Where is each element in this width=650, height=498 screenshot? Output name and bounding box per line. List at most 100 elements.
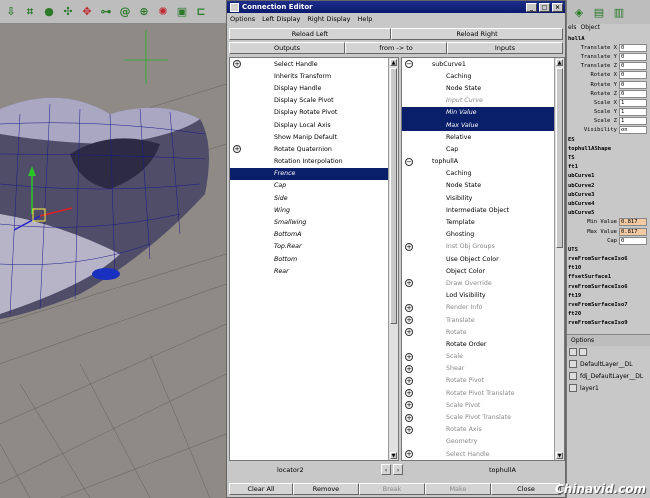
expand-icon[interactable]: + xyxy=(405,279,413,288)
shape-node-name[interactable]: tophullAShape xyxy=(567,144,650,153)
menu-right-display[interactable]: Right Display xyxy=(307,15,350,23)
channel-row[interactable]: Translate X0 xyxy=(567,43,650,52)
make-button[interactable]: Make xyxy=(425,483,491,495)
output-attribute-row[interactable]: Side xyxy=(230,192,398,204)
layer-item[interactable]: layer1 xyxy=(567,382,650,394)
input-node-item[interactable]: ubCurve1 xyxy=(567,172,650,181)
input-node-item[interactable]: ubCurve2 xyxy=(567,181,650,190)
layer-item[interactable]: fdj_DefaultLayer__DL xyxy=(567,370,650,382)
menu-left-display[interactable]: Left Display xyxy=(262,15,300,23)
input-attribute-row[interactable]: + Scale xyxy=(402,351,564,363)
output-node-item[interactable]: ft19 xyxy=(567,291,650,300)
output-node-item[interactable]: ft20 xyxy=(567,310,650,319)
output-attribute-row[interactable]: Bottom xyxy=(230,253,398,265)
new-layer-icon[interactable] xyxy=(569,348,577,356)
input-attribute-row[interactable]: + Rotate Pivot Translate xyxy=(402,387,564,399)
options-menu[interactable]: Options xyxy=(571,337,594,344)
input-attribute-row[interactable]: + Shear xyxy=(402,363,564,375)
output-attribute-row[interactable]: + Rotate Quaternion xyxy=(230,143,398,155)
output-attribute-row[interactable]: Cap xyxy=(230,180,398,192)
input-attribute-row[interactable]: Lod Visibility xyxy=(402,290,564,302)
input-attribute-row[interactable]: Max Value xyxy=(402,118,564,132)
channel-row[interactable]: Min Value 0.817 xyxy=(567,218,650,227)
next-arrow-icon[interactable]: › xyxy=(393,464,403,475)
output-attribute-row[interactable]: Top.Rear xyxy=(230,241,398,253)
output-attribute-row[interactable]: Rear xyxy=(230,265,398,277)
reload-right-button[interactable]: Reload Right xyxy=(391,28,563,40)
attribute-icon[interactable]: ▥ xyxy=(611,4,627,20)
input-attribute-row[interactable]: Geometry xyxy=(402,436,564,448)
output-attribute-row[interactable]: Frence xyxy=(230,167,398,180)
input-attribute-row[interactable]: Intermediate Object xyxy=(402,204,564,216)
link-icon[interactable]: ⊶ xyxy=(98,4,114,20)
direction-button[interactable]: from -> to xyxy=(345,42,447,54)
arrow-down-icon[interactable]: ⇩ xyxy=(3,4,19,20)
expand-icon[interactable]: + xyxy=(233,60,241,69)
expand-icon[interactable]: + xyxy=(405,316,413,325)
input-attribute-row[interactable]: + Inst Obj Groups xyxy=(402,241,564,253)
output-attribute-row[interactable]: Wing xyxy=(230,204,398,216)
outputs-button[interactable]: Outputs xyxy=(229,42,345,54)
channel-value-field[interactable]: 0 xyxy=(619,52,647,61)
tab-object[interactable]: Object xyxy=(580,24,600,34)
output-node-item[interactable]: rveFromSurfaceIso6 xyxy=(567,255,650,264)
square-icon[interactable]: ▣ xyxy=(174,4,190,20)
layer-visibility-toggle[interactable] xyxy=(569,372,577,380)
scroll-up-arrow-icon[interactable]: ▲ xyxy=(390,59,397,66)
input-attribute-row[interactable]: Input Curve xyxy=(402,95,564,107)
input-attribute-row[interactable]: + Translate xyxy=(402,314,564,326)
wheel-icon[interactable]: ✺ xyxy=(155,4,171,20)
expand-icon[interactable]: + xyxy=(405,328,413,337)
input-attribute-row[interactable]: Caching xyxy=(402,70,564,82)
puzzle-icon[interactable]: ✥ xyxy=(79,4,95,20)
inputs-button[interactable]: Inputs xyxy=(447,42,563,54)
input-attribute-row[interactable]: Min Value xyxy=(402,106,564,119)
close-window-button[interactable]: × xyxy=(552,2,563,12)
input-node-item[interactable]: ubCurve4 xyxy=(567,199,650,208)
menu-options[interactable]: Options xyxy=(230,15,255,23)
input-attribute-row[interactable]: + Rotate xyxy=(402,326,564,338)
channel-row[interactable]: Scale X1 xyxy=(567,98,650,107)
layer-options-icon[interactable] xyxy=(579,348,587,356)
output-attribute-row[interactable]: + Select Handle xyxy=(230,58,398,70)
channel-value-field[interactable]: 1 xyxy=(619,108,647,117)
layer-visibility-toggle[interactable] xyxy=(569,360,577,368)
layer-item[interactable]: DefaultLayer__DL xyxy=(567,358,650,370)
channel-row[interactable]: Max Value 0.817 xyxy=(567,227,650,236)
output-node-item[interactable]: ffsetSurface1 xyxy=(567,273,650,282)
channel-row[interactable]: Rotate Y0 xyxy=(567,80,650,89)
scroll-down-arrow-icon[interactable]: ▼ xyxy=(390,452,397,459)
input-node-item[interactable]: ubCurve5 xyxy=(567,209,650,218)
channel-row[interactable]: Translate Y0 xyxy=(567,52,650,61)
channel-value-field[interactable]: 0 xyxy=(619,89,647,98)
channel-value-field[interactable]: 0 xyxy=(619,236,647,245)
maximize-button[interactable]: □ xyxy=(539,2,550,12)
input-attribute-row[interactable]: Visibility xyxy=(402,192,564,204)
channel-row[interactable]: Visibility on xyxy=(567,126,650,135)
channel-value-field[interactable]: on xyxy=(619,126,647,135)
input-attribute-row[interactable]: Node State xyxy=(402,82,564,94)
channel-row[interactable]: Translate Z0 xyxy=(567,62,650,71)
clear-all-button[interactable]: Clear All xyxy=(229,483,293,495)
expand-icon[interactable]: + xyxy=(405,425,413,434)
output-attribute-row[interactable]: Display Local Axis xyxy=(230,119,398,131)
input-attribute-row[interactable]: − tophullA xyxy=(402,156,564,168)
input-attribute-row[interactable]: − subCurve1 xyxy=(402,58,564,70)
channel-value-field[interactable]: 0.817 xyxy=(619,227,647,236)
channel-value-field[interactable]: 1 xyxy=(619,98,647,107)
expand-icon[interactable]: + xyxy=(405,450,413,459)
scroll-down-arrow-icon[interactable]: ▼ xyxy=(556,452,563,459)
minimize-button[interactable]: _ xyxy=(526,2,537,12)
lattice-icon[interactable]: ⌗ xyxy=(22,4,38,20)
expand-icon[interactable]: + xyxy=(405,303,413,312)
right-scroll-thumb[interactable] xyxy=(556,68,563,248)
input-attribute-row[interactable]: + Select Handle xyxy=(402,448,564,460)
camera-icon[interactable]: ◈ xyxy=(571,4,587,20)
right-scrollbar[interactable]: ▲ ▼ xyxy=(554,58,564,460)
output-node-item[interactable]: rveFromSurfaceIso9 xyxy=(567,319,650,328)
scroll-up-arrow-icon[interactable]: ▲ xyxy=(556,59,563,66)
input-attribute-row[interactable]: Template xyxy=(402,216,564,228)
channel-value-field[interactable]: 0 xyxy=(619,43,647,52)
input-attribute-row[interactable]: Use Object Color xyxy=(402,253,564,265)
output-attribute-row[interactable]: Show Manip Default xyxy=(230,131,398,143)
